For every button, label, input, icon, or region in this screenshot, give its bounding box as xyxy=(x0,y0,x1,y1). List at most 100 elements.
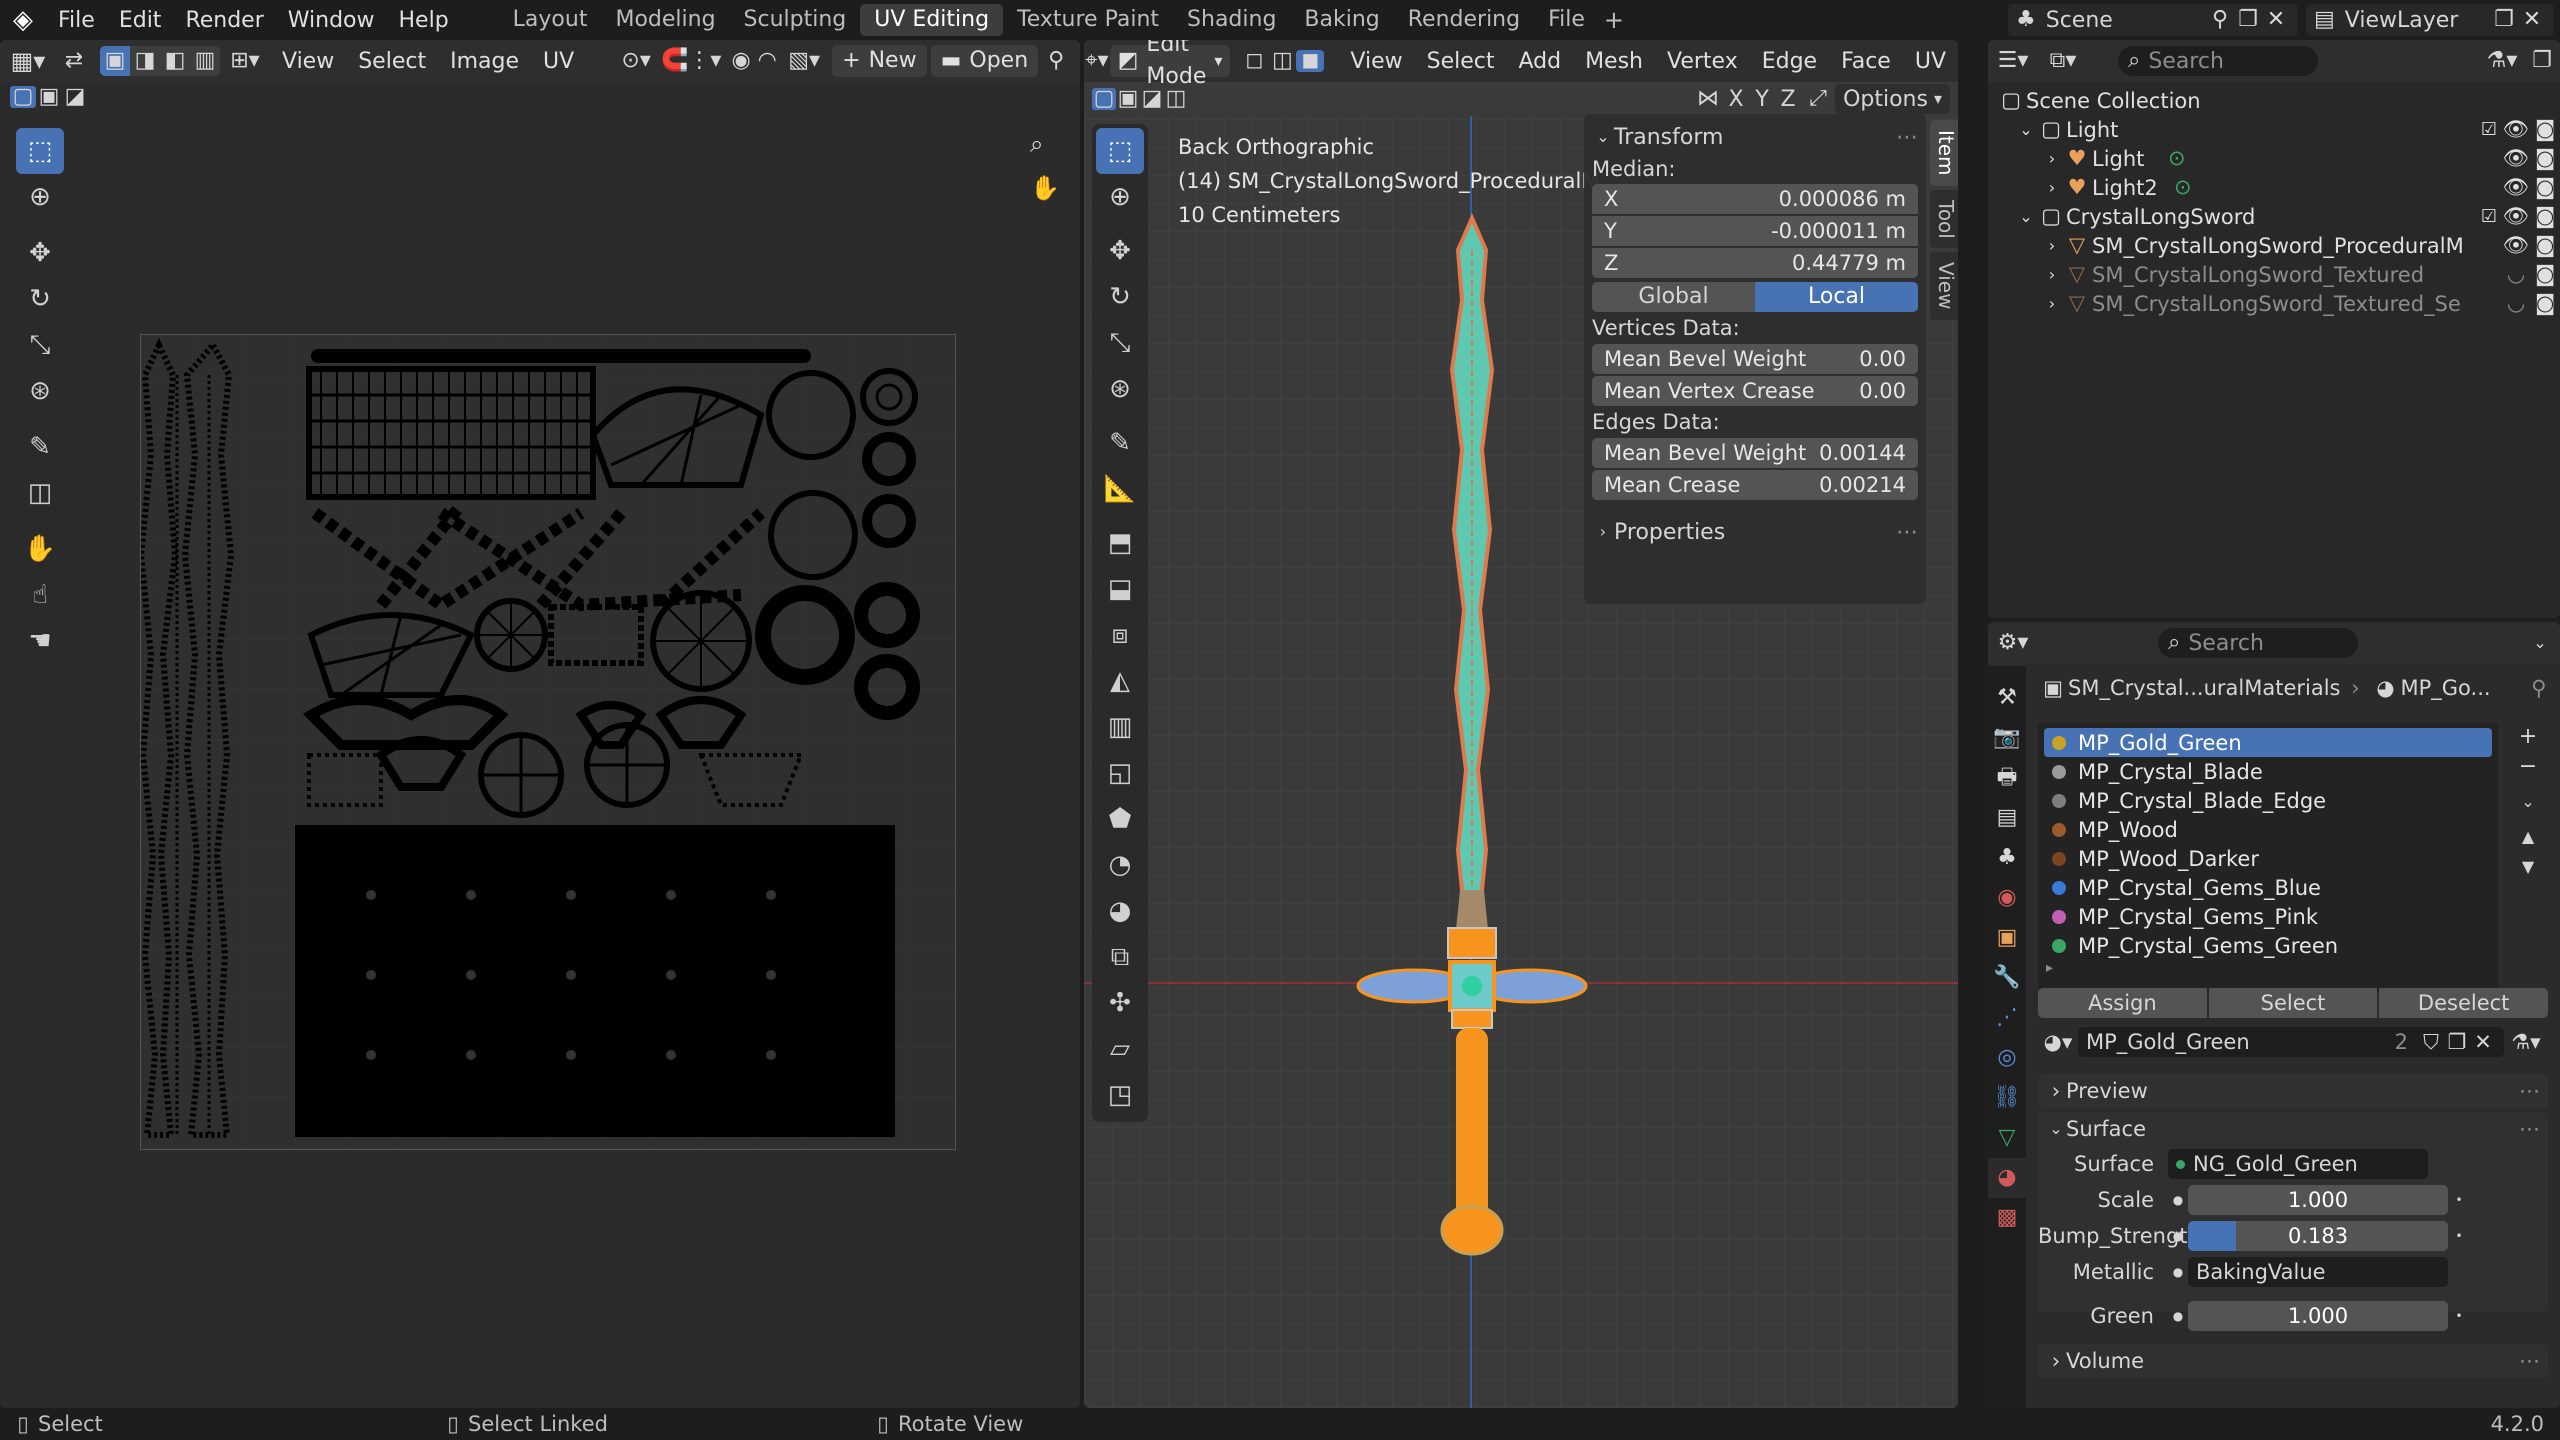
data-tab-icon[interactable]: ▽ xyxy=(1988,1118,2026,1158)
drag-handle-icon[interactable]: ⋯ xyxy=(2519,1117,2540,1141)
face-mode-icon[interactable]: ◼ xyxy=(1296,50,1325,72)
add-slot-icon[interactable]: + xyxy=(2508,722,2548,752)
uv-menu-uv[interactable]: UV xyxy=(531,49,586,74)
rip-region-tool-icon[interactable]: ◳ xyxy=(1096,1072,1144,1118)
edge-mode-icon[interactable]: ◫ xyxy=(1268,50,1296,72)
object-tab-icon[interactable]: ▣ xyxy=(1988,918,2026,958)
tab-file[interactable]: File xyxy=(1534,4,1599,36)
vp-menu-face[interactable]: Face xyxy=(1829,49,1903,74)
material-slot-row[interactable]: MP_Crystal_Gems_Green xyxy=(2044,931,2492,960)
measure-tool-icon[interactable]: 📐 xyxy=(1096,466,1144,512)
drag-handle-icon[interactable]: ⋯ xyxy=(1896,520,1918,545)
eye-icon[interactable]: 👁 xyxy=(2502,235,2530,256)
modifier-tab-icon[interactable]: 🔧 xyxy=(1988,958,2026,998)
blender-logo-icon[interactable]: ◈ xyxy=(0,7,46,33)
surface-panel-header[interactable]: ⌄ Surface ⋯ xyxy=(2038,1112,2548,1146)
select-box-mode-icon[interactable]: ▢ xyxy=(1092,88,1116,110)
fake-user-icon[interactable]: ⛉ xyxy=(2418,1031,2444,1053)
bevel-tool-icon[interactable]: ◭ xyxy=(1096,658,1144,704)
median-x-field[interactable]: X 0.000086 m xyxy=(1592,184,1918,214)
tab-modeling[interactable]: Modeling xyxy=(601,4,729,36)
new-image-button[interactable]: + New xyxy=(832,45,927,77)
vertex-mode-icon[interactable]: ◻ xyxy=(1240,50,1268,72)
transform-tool-icon[interactable]: ⊛ xyxy=(16,368,64,414)
proportional-edit-icon[interactable]: ◉ ◠ xyxy=(726,50,782,72)
display-mode-icon[interactable]: ⧉▾ xyxy=(2038,50,2088,72)
close-icon[interactable]: ✕ xyxy=(2262,9,2290,31)
tab-sculpting[interactable]: Sculpting xyxy=(730,4,861,36)
material-browse-icon[interactable]: ◕▾ xyxy=(2038,1031,2078,1053)
tab-tool[interactable]: Tool xyxy=(1930,189,1958,249)
select-extend-icon[interactable]: ▣ xyxy=(1116,88,1140,110)
tab-item[interactable]: Item xyxy=(1930,120,1958,186)
vp-menu-vertex[interactable]: Vertex xyxy=(1655,49,1750,74)
select-box-tool-icon[interactable]: ⬚ xyxy=(1096,128,1144,174)
tab-view[interactable]: View xyxy=(1930,252,1958,320)
tab-uv-editing[interactable]: UV Editing xyxy=(860,4,1004,36)
mirror-y[interactable]: Y xyxy=(1749,87,1775,112)
move-down-icon[interactable]: ▼ xyxy=(2508,852,2548,882)
uv-menu-select[interactable]: Select xyxy=(346,49,438,74)
add-workspace-icon[interactable]: + xyxy=(1599,8,1629,32)
filter-icon[interactable]: ⚗▾ xyxy=(2480,50,2524,72)
camera-icon[interactable]: ◙ xyxy=(2530,148,2560,169)
filter-icon[interactable]: ⚗▾ xyxy=(2504,1031,2548,1053)
properties-panel-header[interactable]: › Properties ⋯ xyxy=(1592,512,1918,552)
material-slot-row[interactable]: MP_Crystal_Gems_Blue xyxy=(2044,873,2492,902)
scene-selector[interactable]: ♣ Scene ⚲ ❐ ✕ xyxy=(2008,4,2298,36)
mirror-x[interactable]: X xyxy=(1723,87,1749,112)
smooth-tool-icon[interactable]: ◕ xyxy=(1096,888,1144,934)
loop-cut-tool-icon[interactable]: ▥ xyxy=(1096,704,1144,750)
outliner-row[interactable]: › ♥ Light2 ⊙ 👁 ◙ xyxy=(1996,173,2560,202)
keyframe-dot-icon[interactable]: • xyxy=(2448,1194,2470,1206)
annotate-tool-icon[interactable]: ✎ xyxy=(1096,420,1144,466)
vp-menu-uv[interactable]: UV xyxy=(1903,49,1958,74)
physics-tab-icon[interactable]: ◎ xyxy=(1988,1038,2026,1078)
camera-icon[interactable]: ◙ xyxy=(2530,206,2560,227)
menu-file[interactable]: File xyxy=(46,8,107,33)
chevron-right-icon[interactable]: › xyxy=(2042,266,2062,283)
close-icon[interactable]: ✕ xyxy=(2518,9,2546,31)
viewlayer-selector[interactable]: ▤ ViewLayer ❐ ✕ xyxy=(2306,4,2554,36)
sticky-select-icon[interactable]: ⊞▾ xyxy=(220,50,270,72)
slot-specials-icon[interactable]: ⌄ xyxy=(2508,782,2548,822)
new-scene-icon[interactable]: ❐ xyxy=(2234,9,2262,31)
scale-tool-icon[interactable]: ⤡ xyxy=(16,322,64,368)
tool-tab-icon[interactable]: ⚒ xyxy=(1988,678,2026,718)
bump-strength-slider[interactable]: 0.183 xyxy=(2188,1221,2448,1251)
auto-merge-icon[interactable]: ⤢ xyxy=(1801,88,1835,110)
material-slot-row[interactable]: MP_Wood_Darker xyxy=(2044,844,2492,873)
chevron-down-icon[interactable]: ⌄ xyxy=(2016,121,2036,138)
checkbox-icon[interactable]: ☑ xyxy=(2476,207,2502,226)
island-select-icon[interactable]: ▥ xyxy=(190,50,220,72)
material-slot-row[interactable]: MP_Wood xyxy=(2044,815,2492,844)
move-tool-icon[interactable]: ✥ xyxy=(16,230,64,276)
duplicate-icon[interactable]: ❐ xyxy=(2444,1031,2470,1053)
zoom-icon[interactable]: ⌕ xyxy=(1030,132,1043,156)
move-tool-icon[interactable]: ✥ xyxy=(1096,228,1144,274)
close-icon[interactable]: ✕ xyxy=(2470,1031,2496,1053)
tab-layout[interactable]: Layout xyxy=(499,4,602,36)
eye-icon[interactable]: 👁 xyxy=(2502,206,2530,227)
tab-baking[interactable]: Baking xyxy=(1290,4,1393,36)
image-browse-icon[interactable]: ▧▾ xyxy=(782,50,826,72)
outliner-search[interactable]: ⌕ Search xyxy=(2118,46,2318,76)
drag-handle-icon[interactable]: ⋯ xyxy=(2519,1079,2540,1103)
scene-collection-row[interactable]: ▢ Scene Collection xyxy=(1996,86,2560,115)
eye-closed-icon[interactable]: ◡ xyxy=(2502,293,2530,314)
drag-handle-icon[interactable]: ⋯ xyxy=(2519,1349,2540,1373)
select-button[interactable]: Select xyxy=(2208,988,2378,1018)
mean-vertex-crease-field[interactable]: Mean Vertex Crease 0.00 xyxy=(1592,376,1918,406)
eye-icon[interactable]: 👁 xyxy=(2502,148,2530,169)
select-subtract-icon[interactable]: ◪ xyxy=(62,86,88,108)
sync-selection-icon[interactable]: ⇄ xyxy=(56,50,92,72)
constraints-tab-icon[interactable]: ⛓ xyxy=(1988,1078,2026,1118)
deselect-button[interactable]: Deselect xyxy=(2379,988,2549,1018)
view-layer-tab-icon[interactable]: ▤ xyxy=(1988,798,2026,838)
annotate-tool-icon[interactable]: ✎ xyxy=(16,424,64,470)
pinch-tool-icon[interactable]: ☚ xyxy=(16,618,64,664)
vertex-select-icon[interactable]: ▣ xyxy=(100,46,130,76)
edge-select-icon[interactable]: ◨ xyxy=(130,50,160,72)
editor-type-icon[interactable]: ▦▾ xyxy=(0,49,56,73)
material-tab-icon[interactable]: ◕ xyxy=(1988,1158,2026,1198)
